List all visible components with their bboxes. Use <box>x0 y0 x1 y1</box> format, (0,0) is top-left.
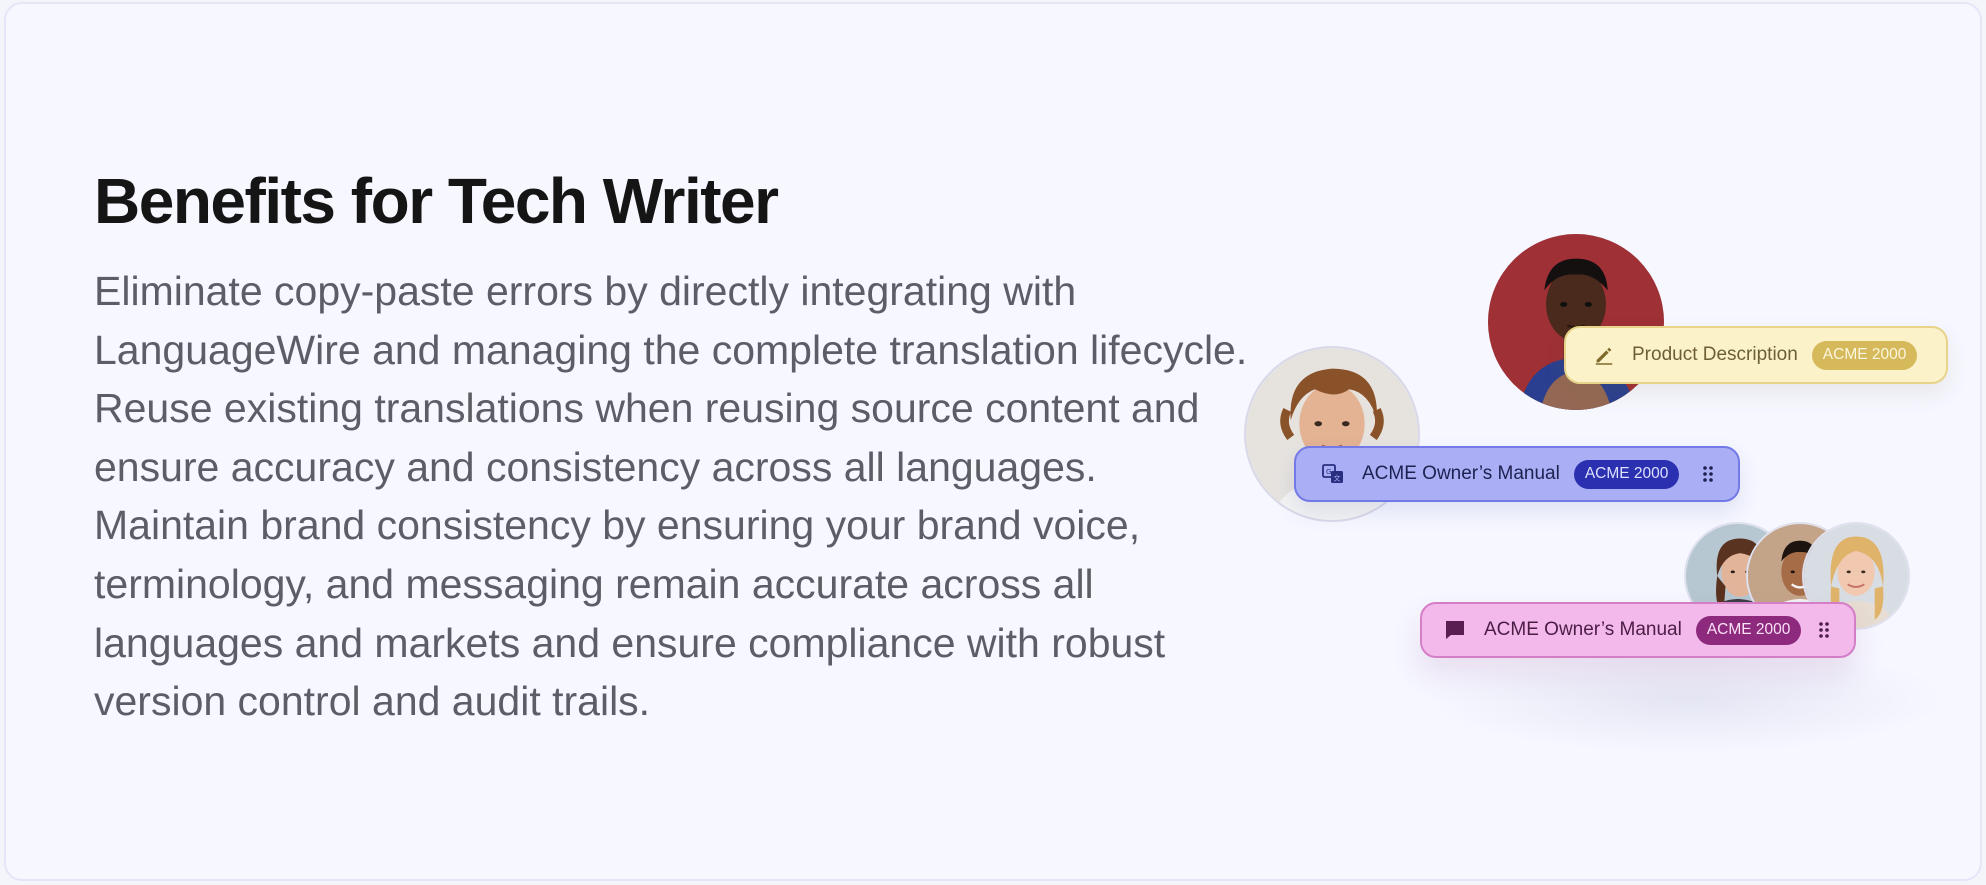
pencil-icon <box>1592 343 1616 367</box>
drag-handle-icon[interactable] <box>1700 464 1716 484</box>
svg-text:文: 文 <box>1334 474 1341 483</box>
card-label: ACME Owner’s Manual <box>1484 619 1682 640</box>
project-tag: ACME 2000 <box>1695 615 1802 645</box>
svg-text:G: G <box>1326 468 1331 476</box>
project-tag: ACME 2000 <box>1811 340 1918 370</box>
section-title: Benefits for Tech Writer <box>94 165 779 237</box>
card-owners-manual-review[interactable]: ACME Owner’s Manual ACME 2000 <box>1420 602 1856 658</box>
comment-icon <box>1442 617 1468 643</box>
card-product-description[interactable]: Product Description ACME 2000 <box>1564 326 1948 384</box>
card-label: ACME Owner’s Manual <box>1362 463 1560 484</box>
card-owners-manual-translation[interactable]: G文 ACME Owner’s Manual ACME 2000 <box>1294 446 1740 502</box>
collaboration-illustration: Product Description ACME 2000 G文 ACME Ow… <box>1156 214 1956 774</box>
drag-handle-icon[interactable] <box>1816 620 1832 640</box>
card-shadow <box>1426 644 1946 754</box>
project-tag: ACME 2000 <box>1573 459 1680 489</box>
benefits-card: Benefits for Tech Writer Eliminate copy-… <box>4 2 1982 881</box>
card-label: Product Description <box>1632 344 1798 365</box>
section-description: Eliminate copy-paste errors by directly … <box>94 268 1248 725</box>
translate-icon: G文 <box>1320 461 1346 487</box>
